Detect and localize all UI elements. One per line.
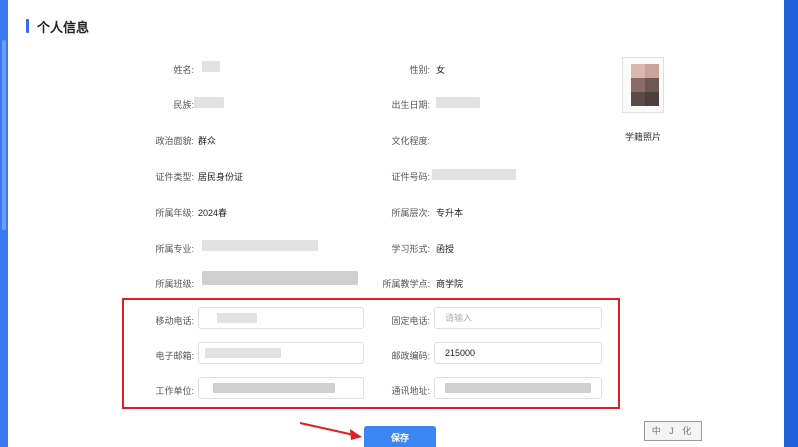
mobile-input[interactable] [198,307,364,329]
section-accent-bar [26,19,29,33]
gender-label: 性别: [409,65,430,75]
employer-input[interactable] [198,377,364,399]
photo-pixel [645,78,659,92]
save-button[interactable]: 保存 [364,426,436,447]
teaching-center-label: 所属教学点: [382,279,430,289]
id-number-value-redacted [432,169,516,180]
mobile-label: 移动电话: [155,316,194,326]
study-form-value: 函授 [436,244,455,254]
name-label: 姓名: [173,65,194,75]
address-value-redacted [445,383,591,393]
employer-label: 工作单位: [155,386,194,396]
section-title: 个人信息 [37,19,90,35]
teaching-center-value: 商学院 [436,279,464,289]
personal-info-panel: 个人信息 姓名: 性别: 女 民族: 出生日期: 政治面貌: 群众 文化程度: … [8,0,784,447]
address-input[interactable] [434,377,602,399]
grade-value: 2024春 [198,208,228,218]
grade-label: 所属年级: [155,208,194,218]
politics-value: 群众 [198,136,217,146]
address-label: 通讯地址: [391,386,430,396]
right-window-edge [784,0,798,447]
red-arrow-icon [299,422,362,440]
photo-pixel [631,78,645,92]
birth-date-value-redacted [436,97,480,108]
ethnicity-label: 民族: [173,100,194,110]
photo-caption: 学籍照片 [624,132,661,142]
photo-pixel [631,64,645,78]
email-input[interactable] [198,342,364,364]
email-value-redacted [205,348,281,358]
politics-label: 政治面貌: [155,136,194,146]
education-label: 文化程度: [391,136,430,146]
birth-date-label: 出生日期: [391,100,430,110]
gender-value: 女 [436,65,446,75]
scrollbar-thumb[interactable] [2,40,6,230]
section-header: 个人信息 [26,17,89,35]
level-value: 专升本 [436,208,464,218]
email-label: 电子邮箱: [155,351,194,361]
class-value-redacted [202,271,358,285]
student-photo [622,57,664,113]
employer-value-redacted [213,383,335,393]
id-number-label: 证件号码: [391,172,430,182]
class-label: 所属班级: [155,279,194,289]
study-form-label: 学习形式: [391,244,430,254]
mobile-value-redacted [217,313,257,323]
id-type-label: 证件类型: [155,172,194,182]
major-label: 所属专业: [155,244,194,254]
landline-input[interactable]: 请输入 [434,307,602,329]
level-label: 所属层次: [391,208,430,218]
postcode-input[interactable]: 215000 [434,342,602,364]
postcode-label: 邮政编码: [391,351,430,361]
landline-label: 固定电话: [391,316,430,326]
photo-pixel [645,64,659,78]
seal-stamp-graphic: 中 J 化 [644,421,702,441]
name-value-redacted [202,61,220,72]
id-type-value: 居民身份证 [198,172,244,182]
photo-pixel [645,92,659,106]
ethnicity-value-redacted [194,97,224,108]
photo-pixel [631,92,645,106]
major-value-redacted [202,240,318,251]
